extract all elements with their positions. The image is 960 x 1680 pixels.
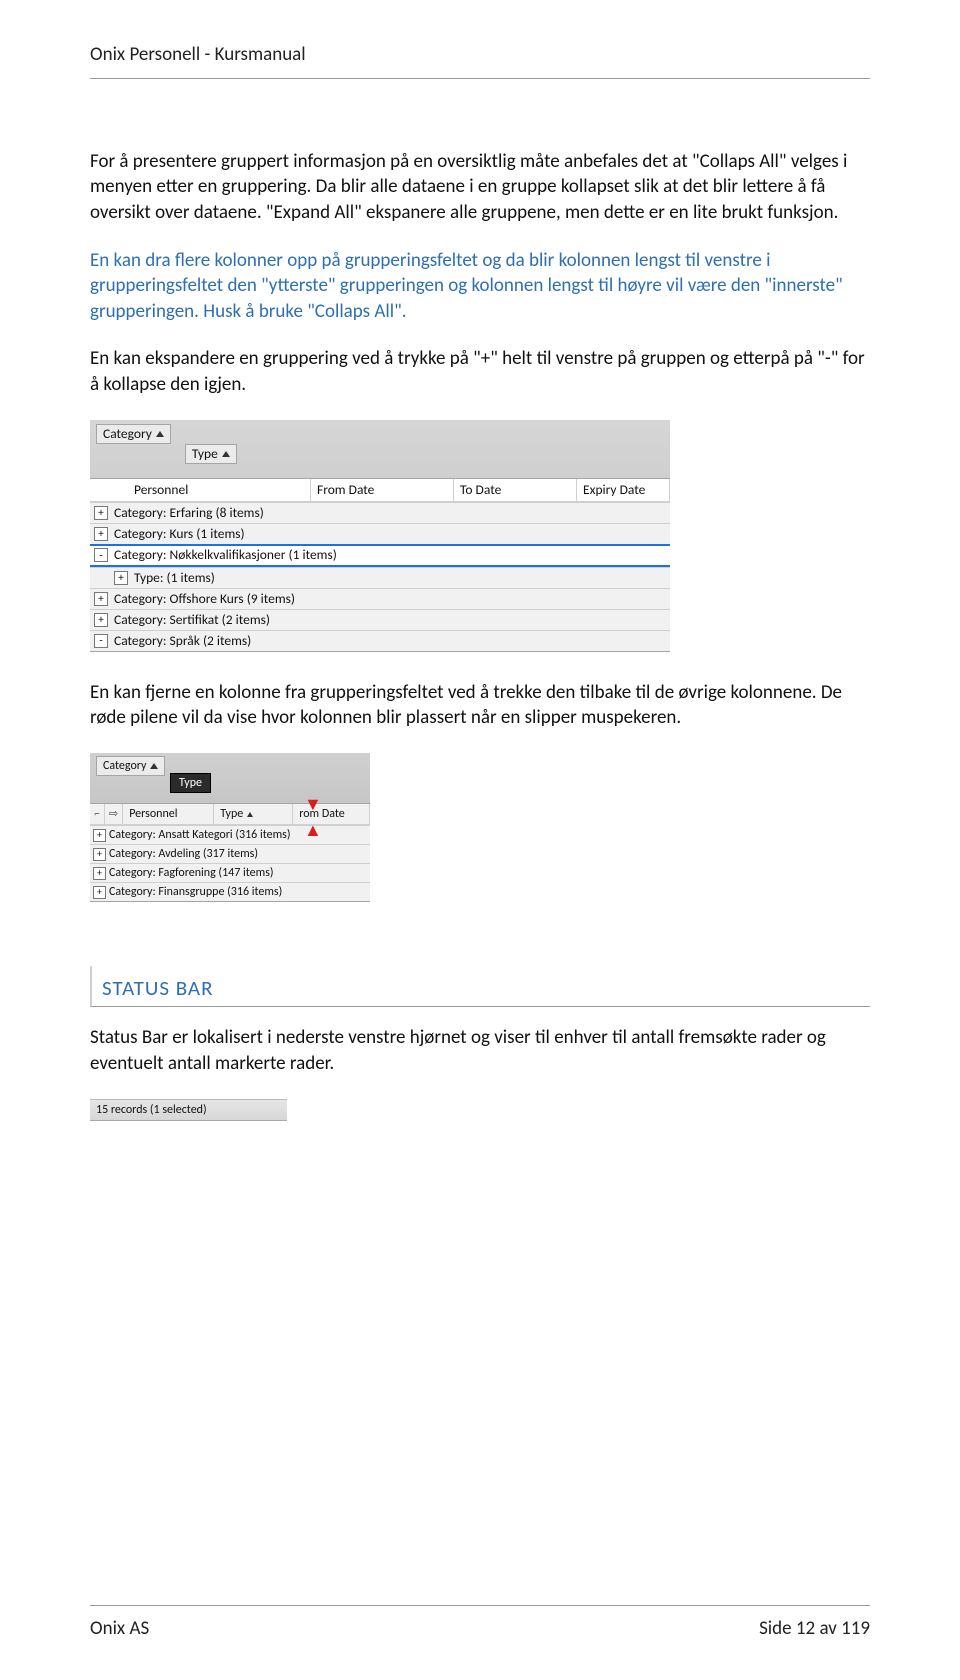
column-header-type[interactable]: Type bbox=[214, 804, 293, 824]
group-row[interactable]: +Category: Ansatt Kategori (316 items) bbox=[90, 825, 370, 844]
group-row-label: Category: Nøkkelkvalifikasjoner (1 items… bbox=[112, 546, 337, 564]
red-arrow-up-icon: ▲ bbox=[304, 821, 322, 839]
group-chip-label: Type bbox=[192, 445, 218, 463]
paragraph-5: Status Bar er lokalisert i nederste vens… bbox=[90, 1025, 870, 1076]
group-row[interactable]: -Category: Språk (2 items) bbox=[90, 630, 670, 651]
group-row[interactable]: + Category: Offshore Kurs (9 items) bbox=[90, 588, 670, 609]
col-label: Personnel bbox=[134, 481, 188, 499]
expand-button[interactable]: + bbox=[93, 829, 106, 842]
group-by-bar: Category Type bbox=[90, 420, 670, 479]
status-bar-text: 15 records (1 selected) bbox=[96, 1102, 207, 1118]
paragraph-1: For å presentere gruppert informasjon på… bbox=[90, 149, 870, 226]
footer-left: Onix AS bbox=[90, 1616, 149, 1642]
red-arrow-down-icon: ▼ bbox=[304, 795, 322, 813]
column-header-row: Personnel From Date To Date Expiry Date bbox=[90, 479, 670, 502]
expand-button[interactable]: + bbox=[114, 571, 128, 585]
paragraph-4: En kan fjerne en kolonne fra grupperings… bbox=[90, 680, 870, 731]
collapse-button[interactable]: - bbox=[94, 634, 108, 648]
group-row[interactable]: + Category: Sertifikat (2 items) bbox=[90, 609, 670, 630]
group-row-label: Category: Språk (2 items) bbox=[112, 632, 251, 650]
column-header-personnel[interactable]: Personnel bbox=[123, 804, 214, 824]
group-chip-category[interactable]: Category bbox=[96, 756, 165, 776]
page-footer: Onix AS Side 12 av 119 bbox=[90, 1605, 870, 1642]
footer-right: Side 12 av 119 bbox=[759, 1616, 870, 1642]
section-heading-status-bar: STATUS BAR bbox=[90, 966, 870, 1007]
group-row-label: Category: Kurs (1 items) bbox=[112, 525, 245, 543]
expand-button[interactable]: + bbox=[94, 613, 108, 627]
column-header-from-date[interactable]: From Date bbox=[311, 479, 454, 501]
group-row-label: Category: Offshore Kurs (9 items) bbox=[112, 590, 295, 608]
group-row-label: Category: Finansgruppe (316 items) bbox=[109, 884, 282, 900]
group-row-label: Category: Sertifikat (2 items) bbox=[112, 611, 270, 629]
expand-button[interactable]: + bbox=[93, 848, 106, 861]
drag-column-screenshot: Category Type ⌐ ⇨ Personnel Type rom Dat… bbox=[90, 753, 370, 902]
group-row[interactable]: +Category: Fagforening (147 items) bbox=[90, 863, 370, 882]
dragging-chip-type[interactable]: Type bbox=[170, 773, 211, 793]
paragraph-3: En kan ekspandere en gruppering ved å tr… bbox=[90, 346, 870, 397]
column-header-expiry[interactable]: Expiry Date bbox=[577, 479, 670, 501]
chip-label: Type bbox=[179, 775, 202, 791]
group-row-label: Type: (1 items) bbox=[132, 569, 215, 587]
group-row[interactable]: + Type: (1 items) bbox=[90, 567, 670, 588]
group-row[interactable]: -Category: Nøkkelkvalifikasjoner (1 item… bbox=[90, 544, 670, 567]
group-row-label: Category: Erfaring (8 items) bbox=[112, 504, 264, 522]
column-header-row: ⌐ ⇨ Personnel Type rom Date bbox=[90, 804, 370, 825]
grouped-grid-screenshot: Category Type Personnel From Date To Dat… bbox=[90, 420, 670, 652]
doc-title: Onix Personell - Kursmanual bbox=[90, 43, 306, 66]
group-row[interactable]: + Category: Kurs (1 items) bbox=[90, 523, 670, 544]
pin-icon: ⌐ bbox=[90, 804, 105, 824]
expand-button[interactable]: + bbox=[93, 867, 106, 880]
group-row-label: Category: Fagforening (147 items) bbox=[109, 865, 274, 881]
status-bar-screenshot: 15 records (1 selected) bbox=[90, 1099, 287, 1121]
expand-icon: ⇨ bbox=[105, 804, 123, 824]
expand-button[interactable]: + bbox=[94, 592, 108, 606]
expand-button[interactable]: + bbox=[94, 527, 108, 541]
sort-asc-icon bbox=[247, 812, 253, 817]
group-row[interactable]: +Category: Finansgruppe (316 items) bbox=[90, 882, 370, 901]
col-label: Type bbox=[220, 806, 243, 822]
group-row[interactable]: +Category: Avdeling (317 items) bbox=[90, 844, 370, 863]
column-header-to-date[interactable]: To Date bbox=[454, 479, 577, 501]
paragraph-2: En kan dra flere kolonner opp på grupper… bbox=[90, 248, 870, 325]
sort-asc-icon bbox=[150, 763, 158, 769]
group-by-bar: Category Type bbox=[90, 753, 370, 804]
group-row-label: Category: Ansatt Kategori (316 items) bbox=[109, 827, 291, 843]
group-chip-category[interactable]: Category bbox=[96, 424, 171, 444]
sort-asc-icon bbox=[222, 451, 230, 457]
collapse-button[interactable]: - bbox=[94, 548, 108, 562]
group-chip-label: Category bbox=[103, 425, 152, 443]
sort-asc-icon bbox=[156, 431, 164, 437]
group-row[interactable]: + Category: Erfaring (8 items) bbox=[90, 502, 670, 523]
group-row-label: Category: Avdeling (317 items) bbox=[109, 846, 258, 862]
expand-button[interactable]: + bbox=[93, 886, 106, 899]
column-header-personnel[interactable]: Personnel bbox=[128, 479, 311, 501]
expand-button[interactable]: + bbox=[94, 506, 108, 520]
doc-header: Onix Personell - Kursmanual bbox=[90, 42, 870, 79]
group-chip-label: Category bbox=[103, 758, 146, 774]
group-chip-type[interactable]: Type bbox=[185, 444, 237, 464]
